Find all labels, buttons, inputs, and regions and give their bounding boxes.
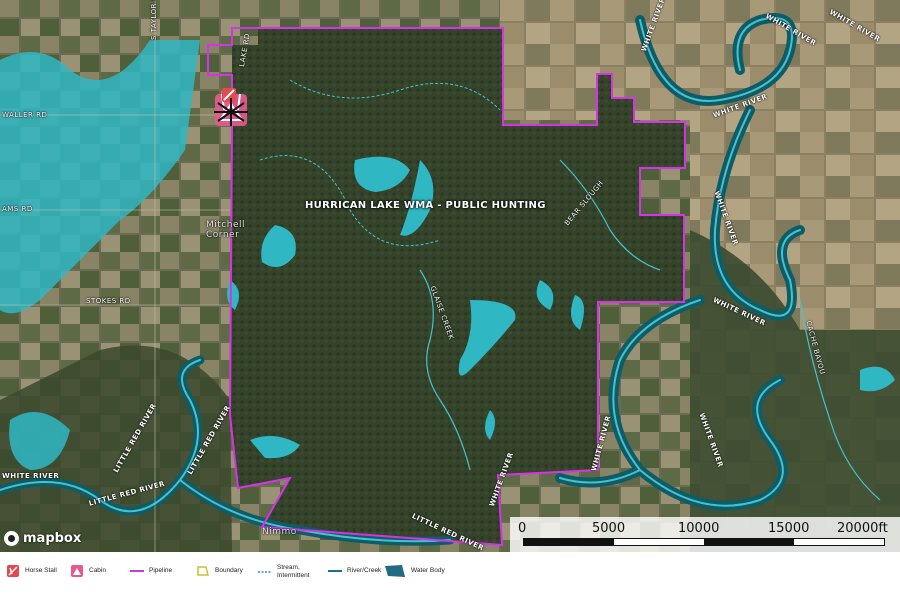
legend-item-cabin: Cabin — [70, 564, 106, 578]
legend-label-river: River/Creek — [347, 567, 382, 574]
map-canvas[interactable]: HURRICAN LAKE WMA - PUBLIC HUNTING Mitch… — [0, 0, 900, 552]
cabin-icon — [70, 564, 84, 578]
legend-label-stream: Stream, Intermittent — [277, 564, 310, 579]
legend-item-pipeline: Pipeline — [130, 564, 172, 578]
nimmo-label: Nimmo — [262, 527, 297, 537]
scale-tick-2: 10000 — [678, 521, 720, 536]
legend-item-boundary: Boundary — [196, 564, 243, 578]
little-red-river-label-west: WHITE RIVER — [2, 472, 60, 480]
scale-tick-1: 5000 — [592, 521, 626, 536]
legend-label-cabin: Cabin — [89, 567, 106, 574]
legend-label-horse-stall: Horse Stall — [25, 567, 57, 574]
mapbox-logo-text: mapbox — [23, 531, 82, 546]
boundary-polygon-icon — [196, 564, 210, 578]
legend-label-boundary: Boundary — [215, 567, 243, 574]
pipeline-line-icon — [130, 564, 144, 578]
scale-tick-3: 15000 — [768, 521, 810, 536]
mapbox-logo[interactable]: mapbox — [4, 531, 81, 546]
farmland-north — [500, 0, 690, 120]
ams-rd-label: AMS RD — [2, 205, 33, 213]
horse-stall-marker[interactable] — [222, 88, 236, 102]
horse-stall-icon — [6, 564, 20, 578]
legend-item-river: River/Creek — [328, 564, 381, 578]
s-taylor-rd-label: S TAYLOR RD — [150, 0, 158, 40]
stokes-rd-label: STOKES RD — [86, 297, 131, 305]
legend-label-pipeline: Pipeline — [149, 567, 173, 574]
mitchell-corner-label: Mitchell Corner — [206, 220, 245, 240]
map-legend: Horse Stall Cabin Pipeline Boundary Stre… — [0, 552, 900, 598]
legend-item-stream: Stream, Intermittent — [258, 564, 317, 580]
legend-item-horse-stall: Horse Stall — [6, 564, 57, 578]
river-line-icon — [328, 564, 342, 578]
legend-label-water-body: Water Body — [411, 567, 445, 574]
scale-tick-0: 0 — [518, 521, 527, 536]
legend-item-water-body: Water Body — [384, 564, 445, 578]
stream-dashed-line-icon — [258, 565, 272, 579]
wma-title-label: HURRICAN LAKE WMA - PUBLIC HUNTING — [305, 200, 546, 211]
mapbox-logo-icon — [4, 531, 19, 546]
scale-tick-4: 20000ft — [837, 521, 888, 536]
waller-rd-label: WALLER RD — [2, 111, 48, 119]
map-svg — [0, 0, 900, 552]
scale-bar: 0 5000 10000 15000 20000ft — [510, 517, 900, 552]
scale-bar-graphic — [523, 538, 885, 546]
water-body-polygon-icon — [384, 564, 406, 578]
